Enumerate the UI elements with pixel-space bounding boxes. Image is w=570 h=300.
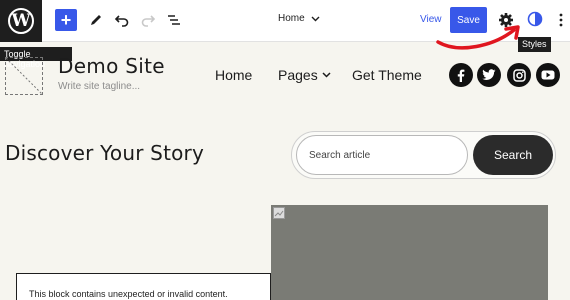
redo-icon[interactable]: [138, 10, 158, 30]
document-title: Home: [278, 13, 305, 24]
nav-item-home[interactable]: Home: [215, 67, 252, 83]
list-view-icon[interactable]: [164, 10, 184, 30]
youtube-icon[interactable]: [536, 63, 560, 87]
invalid-block-warning: This block contains unexpected or invali…: [16, 273, 271, 300]
document-title-dropdown[interactable]: Home: [278, 13, 320, 24]
site-logo-placeholder[interactable]: [5, 57, 43, 95]
annotation-arrow: [436, 25, 520, 50]
pencil-icon[interactable]: [86, 10, 106, 30]
nav-item-get-theme[interactable]: Get Theme: [352, 67, 422, 83]
twitter-icon[interactable]: [477, 63, 501, 87]
nav-item-pages[interactable]: Pages: [278, 67, 331, 83]
add-block-button[interactable]: +: [55, 9, 77, 31]
warning-message: This block contains unexpected or invali…: [29, 289, 228, 299]
more-options-icon[interactable]: [558, 12, 564, 28]
site-title[interactable]: Demo Site: [58, 54, 165, 78]
image-block[interactable]: [271, 205, 548, 300]
chevron-down-icon: [322, 72, 331, 78]
wordpress-logo-button[interactable]: W: [0, 0, 42, 42]
search-block: Search: [291, 131, 556, 179]
chevron-down-icon: [311, 16, 320, 21]
wordpress-icon: W: [8, 8, 34, 34]
page-heading[interactable]: Discover Your Story: [5, 141, 204, 165]
search-input[interactable]: [296, 135, 468, 175]
search-button[interactable]: Search: [473, 135, 553, 175]
broken-image-icon: [273, 207, 285, 219]
nav-label: Get Theme: [352, 67, 422, 83]
facebook-icon[interactable]: [449, 63, 473, 87]
undo-icon[interactable]: [112, 10, 132, 30]
site-tagline[interactable]: Write site tagline...: [58, 81, 140, 92]
instagram-icon[interactable]: [507, 63, 531, 87]
nav-label: Home: [215, 67, 253, 83]
nav-label: Pages: [278, 67, 318, 83]
